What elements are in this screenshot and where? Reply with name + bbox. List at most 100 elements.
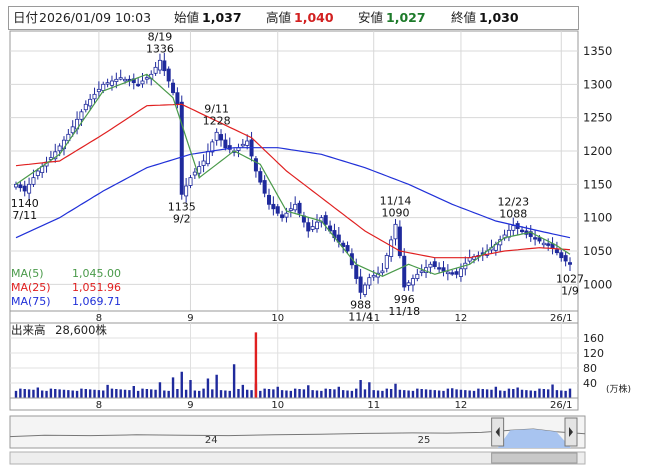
candle-body (123, 78, 128, 82)
candle-body (175, 92, 180, 105)
volume-bar (525, 390, 528, 398)
candle-body (297, 202, 302, 214)
volume-bar (350, 390, 354, 398)
candle-body (410, 278, 415, 286)
volume-bar (176, 389, 179, 398)
volume-bar (84, 389, 87, 398)
candle-body (345, 245, 350, 252)
candle-body (537, 237, 542, 242)
volume-bar (71, 390, 74, 398)
candle-body (559, 252, 564, 259)
volume-bar (320, 390, 323, 398)
candle-body (88, 98, 93, 107)
navigator-scrollbar-thumb[interactable] (491, 452, 578, 464)
volume-bar (503, 390, 506, 398)
annotation-date: 9/2 (173, 212, 191, 225)
candle-body (450, 272, 455, 275)
candle-body (22, 185, 27, 192)
volume-bar (80, 388, 83, 398)
candle-body (79, 111, 84, 120)
volume-bar (368, 382, 371, 398)
volume-bar (150, 389, 153, 398)
price-header: 日付 2026/01/09 10:03 始値 1,037 高値 1,040 安値… (8, 6, 579, 30)
candle-body (323, 215, 328, 225)
candle-body (109, 80, 114, 86)
volume-bar (158, 382, 162, 398)
candle-body (101, 83, 106, 91)
volume-bar (520, 389, 524, 398)
volume-bar (346, 390, 349, 398)
volume-bar (171, 377, 175, 398)
legend-ma5: MA(5) 1,045.00 (11, 267, 121, 281)
datetime-value: 2026/01/09 10:03 (39, 10, 152, 25)
volume-bar (232, 364, 236, 398)
price-tick-label: 1200 (583, 144, 612, 158)
high-label: 高値 (266, 10, 292, 25)
volume-bar (224, 390, 227, 398)
annotation-date: 11/18 (388, 305, 420, 318)
volume-x-tick-label: 11 (367, 400, 380, 411)
volume-bar (132, 386, 135, 398)
volume-bar (180, 371, 183, 398)
low-value: 1,027 (386, 10, 426, 25)
navigator-panel[interactable]: 24 25 (9, 415, 586, 465)
candle-body (367, 277, 372, 286)
price-tick-label: 1000 (583, 277, 612, 291)
volume-bar (481, 389, 484, 398)
candle-body (445, 271, 450, 275)
volume-bar (333, 389, 336, 398)
volume-bar (538, 388, 541, 398)
volume-x-tick-label: 12 (455, 400, 468, 411)
volume-bar (311, 390, 314, 398)
volume-bar (163, 390, 166, 398)
price-tick-label: 1150 (583, 177, 612, 191)
volume-bar (285, 390, 288, 398)
candle-body (267, 194, 272, 205)
volume-bar (416, 388, 419, 398)
volume-bar (446, 388, 450, 398)
volume-bar (568, 388, 572, 398)
candle-body (35, 170, 40, 176)
volume-bar (337, 386, 341, 398)
price-tick-label: 1350 (583, 44, 612, 58)
volume-bar (341, 390, 345, 398)
price-tick-label: 1300 (583, 77, 612, 91)
volume-bar (202, 388, 205, 398)
volume-bar (237, 389, 240, 398)
annotation-value: 1088 (499, 208, 527, 221)
volume-bar (67, 390, 70, 398)
volume-bar (564, 390, 567, 398)
volume-bar (136, 390, 140, 398)
candle-body (511, 225, 516, 231)
volume-bar (372, 390, 375, 398)
price-tick-label: 1050 (583, 244, 612, 258)
volume-bar (40, 390, 44, 398)
candle-body (415, 273, 420, 279)
candle-body (288, 208, 293, 211)
volume-bar (193, 390, 197, 398)
candle-body (171, 82, 176, 94)
legend-ma25-name: MA(25) (11, 281, 51, 294)
price-x-tick-label: 10 (271, 313, 284, 324)
volume-bar (389, 389, 393, 398)
candle-body (441, 267, 446, 272)
volume-bar (533, 390, 537, 398)
volume-bar (211, 389, 214, 398)
volume-bar (560, 390, 563, 398)
candle-body (271, 203, 276, 210)
volume-bar (512, 389, 515, 398)
candle-body (166, 68, 171, 82)
annotation-date: 11/4 (348, 310, 373, 323)
volume-bar (110, 388, 114, 398)
candle-body (253, 158, 258, 172)
volume-bar (97, 390, 101, 398)
volume-bar (494, 386, 498, 398)
volume-bar (376, 390, 380, 398)
candle-body (18, 184, 23, 189)
volume-bar (58, 389, 61, 398)
candle-body (118, 77, 123, 80)
legend-ma75: MA(75) 1,069.71 (11, 295, 121, 309)
candle-body (214, 131, 219, 141)
volume-bar (381, 390, 384, 398)
candle-body (223, 139, 228, 149)
